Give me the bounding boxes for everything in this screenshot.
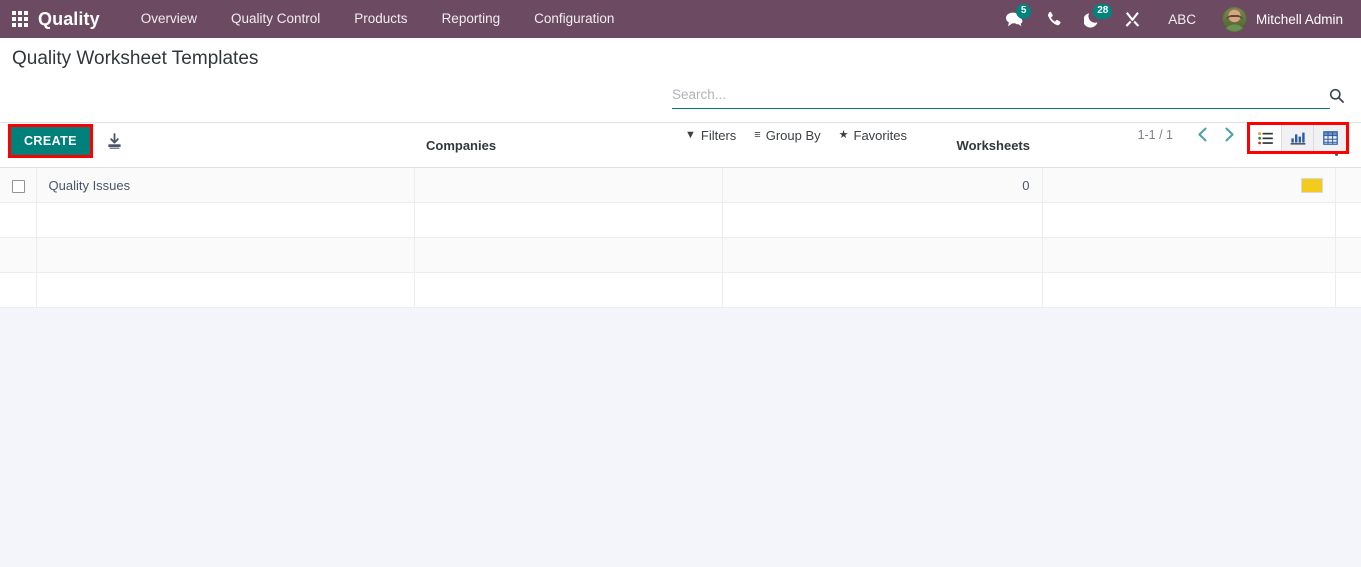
- app-brand-quality[interactable]: Quality: [38, 9, 100, 30]
- filler-cell: [1042, 272, 1336, 309]
- menu-item-quality-control[interactable]: Quality Control: [214, 0, 337, 38]
- graph-view-button[interactable]: [1282, 125, 1314, 151]
- filler-row: [0, 237, 1361, 274]
- pager: 1-1 / 1: [1138, 127, 1241, 142]
- filler-cell: [414, 237, 723, 274]
- row-checkbox-cell: [0, 167, 37, 204]
- filler-cell: [414, 202, 723, 239]
- cell-name[interactable]: Quality Issues: [36, 167, 415, 204]
- filters-label: Filters: [700, 128, 737, 143]
- favorites-dropdown[interactable]: ★ Favorites: [839, 128, 907, 143]
- messages-count-badge: 5: [1016, 4, 1032, 19]
- filler-cell: [414, 272, 723, 309]
- messages-menu[interactable]: 5: [994, 0, 1035, 38]
- pager-next-button[interactable]: [1218, 127, 1241, 142]
- wrench-tools-icon[interactable]: [1113, 0, 1152, 38]
- navbar-right-tools: 5 28 ABC Mitchell Admin: [994, 0, 1349, 38]
- filler-cell: [0, 272, 37, 309]
- filler-cell: [36, 272, 415, 309]
- avatar: [1221, 6, 1247, 32]
- control-panel: Quality Worksheet Templates CREATE ▼ Fil…: [0, 38, 1361, 158]
- filler-cell: [1042, 237, 1336, 274]
- search-input[interactable]: [672, 87, 1330, 102]
- view-switcher-highlight: [1247, 122, 1349, 154]
- search-options: ▼ Filters ≡ Group By ★ Favorites: [685, 128, 907, 143]
- apps-grid-icon[interactable]: [12, 11, 28, 27]
- group-by-lines-icon: ≡: [754, 129, 761, 141]
- phone-icon[interactable]: [1035, 0, 1073, 38]
- filler-cell: [0, 202, 37, 239]
- group-by-label: Group By: [765, 128, 821, 143]
- search-view: [672, 86, 1330, 109]
- create-button-highlight: CREATE: [8, 124, 93, 158]
- search-magnifier-icon[interactable]: [1329, 88, 1344, 108]
- filler-cell: [1042, 202, 1336, 239]
- activities-count-badge: 28: [1093, 4, 1113, 19]
- list-view: Name Companies Worksheets Color Quality …: [0, 123, 1361, 309]
- color-swatch[interactable]: [1300, 178, 1323, 194]
- activities-menu[interactable]: 28: [1073, 0, 1113, 38]
- filler-cell: [0, 237, 37, 274]
- main-menu: Overview Quality Control Products Report…: [124, 0, 632, 38]
- cell-worksheets[interactable]: 0: [722, 167, 1043, 204]
- menu-item-configuration[interactable]: Configuration: [517, 0, 631, 38]
- filler-cell: [36, 237, 415, 274]
- favorites-star-icon: ★: [838, 129, 849, 141]
- group-by-dropdown[interactable]: ≡ Group By: [754, 128, 820, 143]
- cell-companies[interactable]: [414, 167, 723, 204]
- filters-dropdown[interactable]: ▼ Filters: [685, 128, 736, 143]
- filler-cell: [1335, 202, 1361, 239]
- filler-row: [0, 272, 1361, 309]
- filler-cell: [36, 202, 415, 239]
- pager-previous-button[interactable]: [1191, 127, 1214, 142]
- cell-color[interactable]: [1042, 167, 1336, 204]
- favorites-label: Favorites: [853, 128, 907, 143]
- pivot-view-button[interactable]: [1314, 125, 1346, 151]
- filler-cell: [722, 237, 1043, 274]
- column-header-companies[interactable]: Companies: [414, 123, 722, 168]
- list-view-button[interactable]: [1250, 125, 1282, 151]
- username-label: Mitchell Admin: [1255, 11, 1343, 27]
- page-title: Quality Worksheet Templates: [12, 48, 259, 69]
- menu-item-reporting[interactable]: Reporting: [425, 0, 518, 38]
- filler-cell: [1335, 237, 1361, 274]
- row-checkbox[interactable]: [12, 179, 25, 193]
- pager-count[interactable]: 1-1 / 1: [1138, 128, 1173, 142]
- table-row[interactable]: Quality Issues 0: [0, 167, 1361, 204]
- menu-item-overview[interactable]: Overview: [124, 0, 214, 38]
- records-table: Name Companies Worksheets Color Quality …: [0, 123, 1361, 309]
- user-menu[interactable]: Mitchell Admin: [1212, 6, 1349, 32]
- filler-cell: [722, 272, 1043, 309]
- shortcut-abc[interactable]: ABC: [1152, 12, 1212, 27]
- cell-spacer: [1335, 167, 1361, 204]
- page-background: [0, 308, 1361, 549]
- filler-cell: [1335, 272, 1361, 309]
- create-button[interactable]: CREATE: [11, 127, 90, 155]
- filter-funnel-icon: ▼: [685, 129, 696, 141]
- filler-cell: [722, 202, 1043, 239]
- control-panel-buttons: CREATE: [8, 124, 123, 158]
- filler-row: [0, 202, 1361, 239]
- import-download-icon[interactable]: [106, 132, 123, 150]
- top-navbar: Quality Overview Quality Control Product…: [0, 0, 1361, 38]
- menu-item-products[interactable]: Products: [337, 0, 424, 38]
